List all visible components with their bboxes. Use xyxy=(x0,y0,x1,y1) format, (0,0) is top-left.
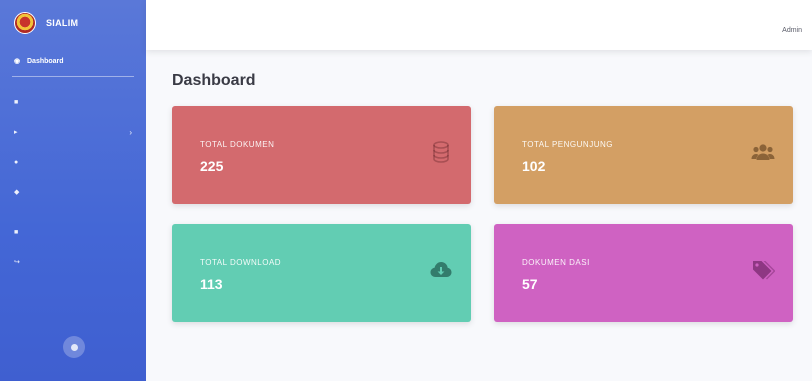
upload-icon: ● xyxy=(14,158,19,166)
brand-logo xyxy=(14,12,36,34)
card-label: TOTAL PENGUNJUNG xyxy=(522,140,613,149)
tag-icon: ◆ xyxy=(14,189,20,196)
user-name[interactable]: Admin xyxy=(782,27,802,34)
chevron-right-icon: › xyxy=(129,127,132,137)
card-value: 102 xyxy=(522,158,546,174)
database-icon xyxy=(433,141,449,163)
sidebar-item-user[interactable]: ■ xyxy=(0,221,146,243)
sidebar: SIALIM ◉ Dashboard ■ ▸ › ● ◆ ■ ↪ xyxy=(0,0,146,381)
brand-name: SIALIM xyxy=(46,18,79,28)
card-total-visitors: TOTAL PENGUNJUNG 102 xyxy=(494,106,793,204)
topbar: Admin xyxy=(146,0,812,50)
circle-icon xyxy=(70,343,78,351)
card-label: TOTAL DOKUMEN xyxy=(200,140,275,149)
dashboard-icon: ◉ xyxy=(14,58,21,65)
card-label: TOTAL DOWNLOAD xyxy=(200,258,282,267)
sidebar-item-upload[interactable]: ● xyxy=(0,151,146,173)
sidebar-item-dashboard[interactable]: ◉ Dashboard xyxy=(0,46,146,76)
cloud-download-icon xyxy=(430,262,452,277)
brand[interactable]: SIALIM xyxy=(0,0,146,46)
sidebar-item-users[interactable]: ■ xyxy=(0,91,146,113)
card-total-documents: TOTAL DOKUMEN 225 xyxy=(172,106,471,204)
card-documents: DOKUMEN DASI 57 xyxy=(494,224,793,322)
card-label: DOKUMEN DASI xyxy=(522,258,590,267)
users-icon: ■ xyxy=(14,98,19,106)
sidebar-item-folder[interactable]: ▸ › xyxy=(0,121,146,143)
sidebar-item-tag[interactable]: ◆ xyxy=(0,181,146,203)
sidebar-toggle-button[interactable] xyxy=(63,336,85,358)
card-value: 113 xyxy=(200,276,223,292)
sidebar-item-logout[interactable]: ↪ xyxy=(0,251,146,273)
sidebar-heading xyxy=(0,207,146,221)
tags-icon xyxy=(753,261,775,280)
page-title: Dashboard xyxy=(172,72,256,89)
card-value: 57 xyxy=(522,276,538,292)
card-total-downloads: TOTAL DOWNLOAD 113 xyxy=(172,224,471,322)
card-value: 225 xyxy=(200,158,224,174)
sidebar-heading xyxy=(0,77,146,91)
folder-icon: ▸ xyxy=(14,129,18,136)
users-icon xyxy=(751,144,775,160)
logout-icon: ↪ xyxy=(14,259,20,266)
user-icon: ■ xyxy=(14,228,19,236)
